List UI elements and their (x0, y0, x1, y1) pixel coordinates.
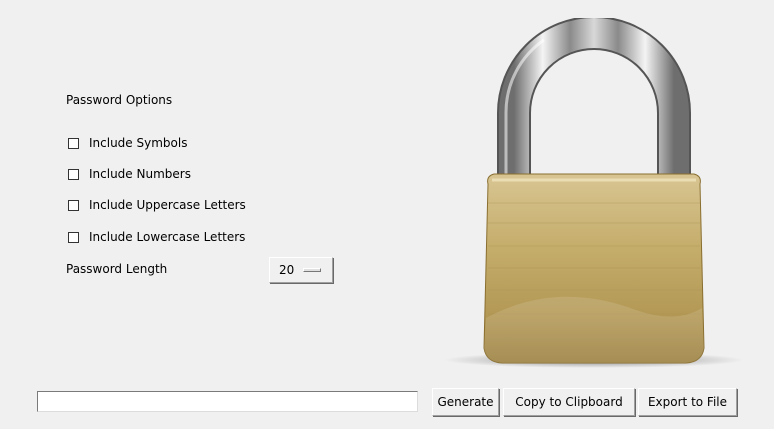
checkbox-box[interactable] (68, 199, 79, 211)
password-length-selector[interactable]: 20 (269, 257, 333, 283)
password-output-field[interactable] (37, 391, 418, 412)
padlock-icon (444, 18, 744, 368)
export-to-file-button[interactable]: Export to File (638, 388, 737, 416)
checkbox-box[interactable] (68, 168, 79, 180)
generate-button[interactable]: Generate (432, 388, 499, 416)
include-lowercase-label: Include Lowercase Letters (89, 230, 246, 244)
checkbox-box[interactable] (68, 137, 79, 149)
password-options-title: Password Options (66, 93, 173, 107)
include-numbers-checkbox[interactable]: Include Numbers (68, 165, 191, 183)
include-lowercase-checkbox[interactable]: Include Lowercase Letters (68, 228, 245, 246)
password-length-value: 20 (279, 263, 295, 277)
include-uppercase-label: Include Uppercase Letters (89, 198, 246, 212)
include-symbols-checkbox[interactable]: Include Symbols (68, 134, 187, 152)
password-length-label: Password Length (66, 262, 168, 276)
include-uppercase-checkbox[interactable]: Include Uppercase Letters (68, 196, 246, 214)
checkbox-box[interactable] (68, 231, 79, 243)
option-menu-indicator-icon[interactable] (303, 268, 322, 272)
include-numbers-label: Include Numbers (89, 167, 191, 181)
copy-to-clipboard-button[interactable]: Copy to Clipboard (503, 388, 635, 416)
include-symbols-label: Include Symbols (89, 136, 188, 150)
